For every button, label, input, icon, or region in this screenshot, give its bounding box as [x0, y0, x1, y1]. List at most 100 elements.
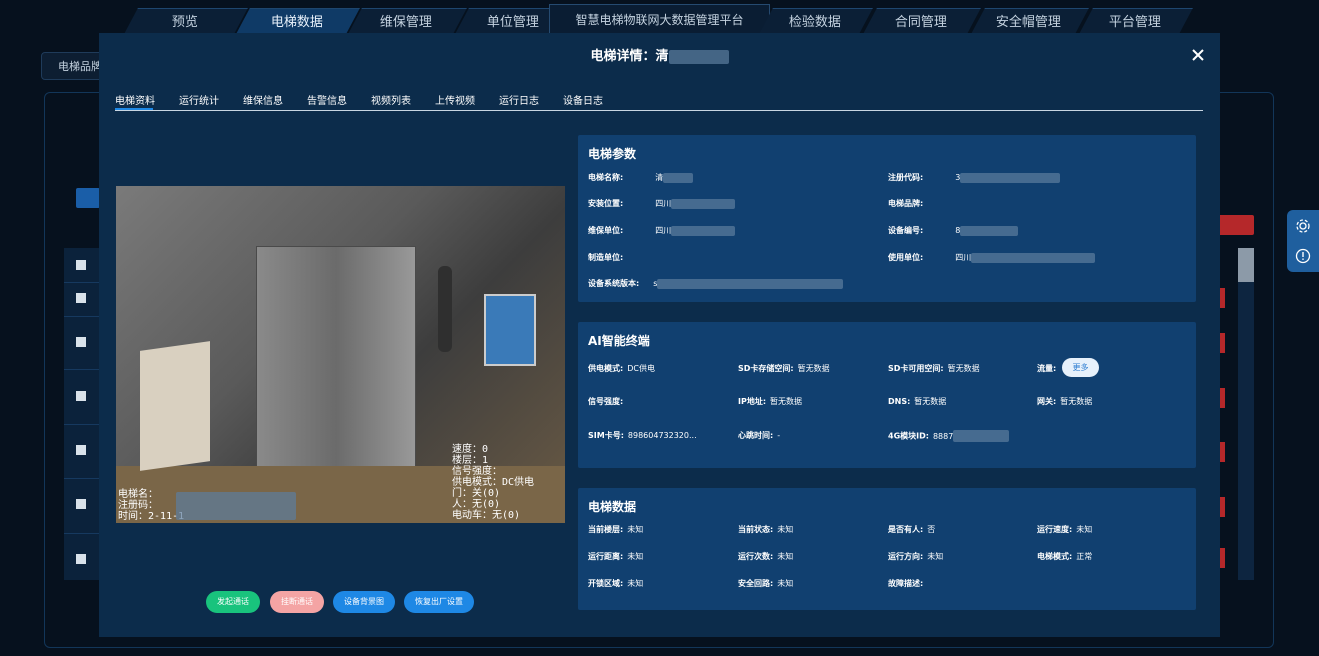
close-icon[interactable]: [1189, 46, 1207, 64]
tab-video-list[interactable]: 视频列表: [371, 92, 411, 107]
table-row-divider: [64, 478, 104, 479]
nav-tab-helmets[interactable]: 安全帽管理: [971, 8, 1089, 34]
current-state-field: 当前状态: 未知: [738, 525, 794, 534]
tab-elevator-info[interactable]: 电梯资料: [115, 92, 155, 107]
table-checkbox[interactable]: [76, 337, 86, 347]
modal-tabs: 电梯资料 运行统计 维保信息 告警信息 视频列表 上传视频 运行日志 设备日志: [115, 92, 1203, 111]
table-row-divider: [64, 533, 104, 534]
redacted-text: [671, 225, 736, 236]
video-overlay-left: 电梯名： 注册码： 时间：2-11-1: [118, 489, 185, 522]
table-row-divider: [64, 316, 104, 317]
sim-field: SIM卡号: 898604732320...: [588, 431, 697, 440]
card-title: 电梯参数: [588, 147, 637, 161]
system-version-field: 设备系统版本: s: [588, 278, 844, 289]
video-overlay-right: 速度：0 楼层：1 信号强度： 供电模式：DC供电 门：关(0) 人：无(0) 电动车：无(…: [452, 444, 535, 521]
user-unit-field: 使用单位: 四川: [888, 252, 1096, 263]
gateway-field: 网关: 暂无数据: [1037, 397, 1093, 406]
table-row-divider: [64, 369, 104, 370]
table-checkbox[interactable]: [76, 554, 86, 564]
brand-field: 电梯品牌:: [888, 199, 924, 208]
tab-maintenance-info[interactable]: 维保信息: [243, 92, 283, 107]
nav-tab-elevator-data[interactable]: 电梯数据: [236, 8, 360, 34]
device-background-button[interactable]: 设备背景图: [333, 591, 395, 613]
redacted-text: [971, 252, 1096, 263]
table-checkbox[interactable]: [76, 445, 86, 455]
redacted-text: [953, 430, 1010, 442]
person-present-field: 是否有人: 否: [888, 525, 936, 534]
elevator-detail-modal: 电梯详情：清 电梯资料 运行统计 维保信息 告警信息 视频列表 上传视频 运行日…: [99, 33, 1220, 637]
card-title: AI智能终端: [588, 334, 650, 348]
fault-description-field: 故障描述:: [888, 579, 924, 588]
nav-tab-maintenance[interactable]: 维保管理: [348, 8, 467, 34]
table-checkbox[interactable]: [76, 391, 86, 401]
active-tab-indicator: [115, 108, 153, 110]
hang-up-button[interactable]: 挂断通话: [270, 591, 324, 613]
signal-field: 信号强度:: [588, 397, 624, 406]
modal-title-text: 电梯详情：清: [590, 49, 669, 64]
redacted-text: [663, 172, 694, 183]
redacted-text: [671, 198, 736, 209]
install-location-field: 安装位置: 四川: [588, 198, 736, 209]
power-mode-field: 供电模式: DC供电: [588, 364, 655, 373]
run-count-field: 运行次数: 未知: [738, 552, 794, 561]
nav-tab-inspection[interactable]: 检验数据: [759, 8, 873, 34]
registration-code-field: 注册代码: 3: [888, 172, 1061, 183]
top-navigation: 预览 电梯数据 维保管理 单位管理 智慧电梯物联网大数据管理平台 检验数据 合同…: [0, 0, 1319, 34]
manufacturer-field: 制造单位:: [588, 253, 624, 262]
run-distance-field: 运行距离: 未知: [588, 552, 644, 561]
redacted-text: [668, 49, 729, 64]
sd-total-field: SD卡存储空间: 暂无数据: [738, 364, 830, 373]
scrollbar-thumb[interactable]: [1238, 248, 1254, 282]
modal-title: 电梯详情：清: [99, 45, 1220, 64]
start-call-button[interactable]: 发起通话: [206, 591, 260, 613]
advert-screen-image: [484, 294, 536, 366]
device-number-field: 设备编号: 8: [888, 225, 1019, 236]
current-floor-field: 当前楼层: 未知: [588, 525, 644, 534]
platform-title: 智慧电梯物联网大数据管理平台: [549, 4, 770, 34]
traffic-field: 流量:: [1037, 364, 1057, 373]
background-scrollbar[interactable]: [1238, 248, 1254, 580]
module-4g-field: 4G模块ID: 8887: [888, 430, 1010, 442]
redacted-text: [960, 225, 1019, 236]
tab-alarm-info[interactable]: 告警信息: [307, 92, 347, 107]
nav-tab-contracts[interactable]: 合同管理: [863, 8, 981, 34]
nav-tab-preview[interactable]: 预览: [124, 8, 248, 34]
redacted-text: [960, 172, 1061, 183]
dns-field: DNS: 暂无数据: [888, 397, 947, 406]
elevator-name-field: 电梯名称: 清: [588, 172, 694, 183]
table-checkbox[interactable]: [76, 499, 86, 509]
safety-circuit-field: 安全回路: 未知: [738, 579, 794, 588]
door-zone-field: 开锁区域: 未知: [588, 579, 644, 588]
settings-icon[interactable]: [1295, 218, 1311, 234]
table-row-divider: [64, 424, 104, 425]
background-button[interactable]: [76, 188, 100, 208]
tab-device-log[interactable]: 设备日志: [563, 92, 603, 107]
tab-upload-video[interactable]: 上传视频: [435, 92, 475, 107]
ai-terminal-card: AI智能终端 供电模式: DC供电 SD卡存储空间: 暂无数据 SD卡可用空间: 暂无…: [578, 322, 1196, 468]
button-panel-image: [438, 266, 452, 352]
table-row-divider: [64, 282, 104, 283]
factory-reset-button[interactable]: 恢复出厂设置: [404, 591, 474, 613]
more-button[interactable]: 更多: [1062, 358, 1099, 377]
run-direction-field: 运行方向: 未知: [888, 552, 944, 561]
redacted-text: [657, 278, 844, 289]
elevator-mode-field: 电梯模式: 正常: [1037, 552, 1093, 561]
tab-run-log[interactable]: 运行日志: [499, 92, 539, 107]
heartbeat-field: 心跳时间: -: [738, 431, 781, 440]
card-title: 电梯数据: [588, 500, 637, 514]
tab-run-stats[interactable]: 运行统计: [179, 92, 219, 107]
maintenance-unit-field: 维保单位: 四川: [588, 225, 736, 236]
poster-image: [140, 341, 210, 471]
elevator-params-card: 电梯参数 电梯名称: 清 注册代码: 3 安装位置: 四川 电梯品牌: 维保单位: 四川…: [578, 135, 1196, 302]
info-icon[interactable]: [1295, 248, 1311, 264]
sd-free-field: SD卡可用空间: 暂无数据: [888, 364, 980, 373]
ip-field: IP地址: 暂无数据: [738, 397, 803, 406]
table-checkbox[interactable]: [76, 260, 86, 270]
elevator-data-card: 电梯数据 当前楼层: 未知 当前状态: 未知 是否有人: 否 运行速度: 未知 运行距离…: [578, 488, 1196, 610]
run-speed-field: 运行速度: 未知: [1037, 525, 1093, 534]
table-checkbox[interactable]: [76, 293, 86, 303]
nav-tab-platform[interactable]: 平台管理: [1079, 8, 1193, 34]
redacted-text: [176, 492, 296, 520]
video-feed[interactable]: 速度：0 楼层：1 信号强度： 供电模式：DC供电 门：关(0) 人：无(0) 电动车：无(…: [116, 186, 565, 523]
side-toolbar: [1287, 210, 1319, 272]
